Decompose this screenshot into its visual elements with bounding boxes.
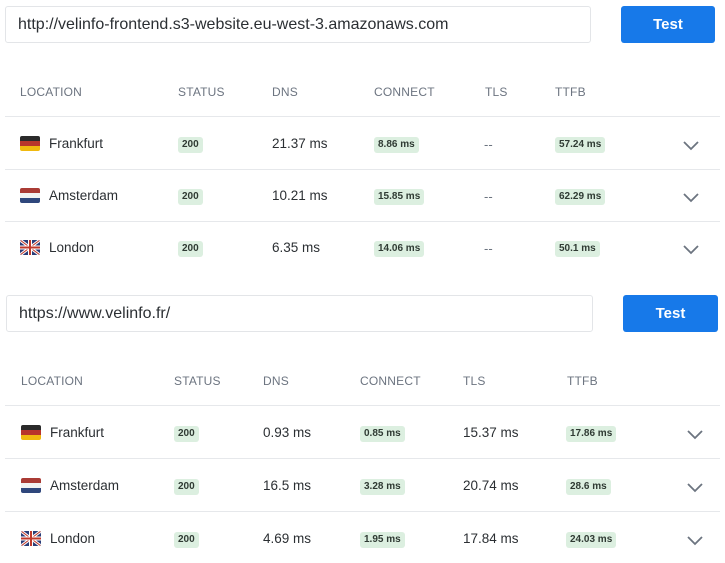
status-badge: 200 [174, 426, 199, 442]
tls-value: -- [484, 241, 493, 256]
tls-value: -- [484, 137, 493, 152]
connect-badge: 3.28 ms [360, 479, 405, 495]
tls-value: 20.74 ms [463, 478, 519, 493]
germany-flag-icon [20, 136, 40, 151]
column-header-dns: DNS [272, 85, 298, 99]
ttfb-badge: 17.86 ms [566, 426, 617, 442]
column-header-status: STATUS [178, 85, 225, 99]
germany-flag-icon [21, 425, 41, 440]
dns-value: 21.37 ms [272, 136, 328, 151]
chevron-down-icon[interactable] [682, 136, 700, 154]
uk-flag-icon [20, 240, 40, 255]
dns-value: 16.5 ms [263, 478, 312, 493]
column-header-ttfb: TTFB [555, 85, 586, 99]
status-badge: 200 [178, 137, 203, 153]
dns-value: 10.21 ms [272, 188, 328, 203]
location-name: London [49, 240, 95, 255]
dns-value: 6.35 ms [272, 240, 321, 255]
uk-flag-icon [21, 531, 41, 546]
status-badge: 200 [178, 189, 203, 205]
tls-value: 17.84 ms [463, 531, 519, 546]
column-header-connect: CONNECT [360, 374, 421, 388]
ttfb-badge: 28.6 ms [566, 479, 611, 495]
connect-badge: 8.86 ms [374, 137, 419, 153]
connect-badge: 1.95 ms [360, 532, 405, 548]
tls-value: -- [484, 189, 493, 204]
row-divider [5, 116, 720, 117]
location-name: London [50, 531, 96, 546]
ttfb-badge: 24.03 ms [566, 532, 617, 548]
column-header-ttfb: TTFB [567, 374, 598, 388]
url-input[interactable] [6, 295, 593, 332]
dns-value: 0.93 ms [263, 425, 312, 440]
chevron-down-icon[interactable] [682, 240, 700, 258]
row-divider [5, 405, 720, 406]
row-divider [5, 169, 720, 170]
tls-value: 15.37 ms [463, 425, 519, 440]
connect-badge: 15.85 ms [374, 189, 425, 205]
status-badge: 200 [178, 241, 203, 257]
column-header-status: STATUS [174, 374, 221, 388]
netherlands-flag-icon [20, 188, 40, 203]
test-button[interactable]: Test [621, 6, 715, 43]
location-name: Amsterdam [50, 478, 120, 493]
location-name: Amsterdam [49, 188, 119, 203]
chevron-down-icon[interactable] [682, 188, 700, 206]
row-divider [5, 221, 720, 222]
ttfb-badge: 50.1 ms [555, 241, 600, 257]
ttfb-badge: 62.29 ms [555, 189, 606, 205]
column-header-dns: DNS [263, 374, 289, 388]
dns-value: 4.69 ms [263, 531, 312, 546]
netherlands-flag-icon [21, 478, 41, 493]
row-divider [5, 511, 720, 512]
location-name: Frankfurt [49, 136, 104, 151]
location-name: Frankfurt [50, 425, 105, 440]
chevron-down-icon[interactable] [686, 425, 704, 443]
column-header-connect: CONNECT [374, 85, 435, 99]
chevron-down-icon[interactable] [686, 478, 704, 496]
column-header-location: LOCATION [21, 374, 84, 388]
test-button[interactable]: Test [623, 295, 718, 332]
connect-badge: 0.85 ms [360, 426, 405, 442]
column-header-tls: TLS [463, 374, 486, 388]
connect-badge: 14.06 ms [374, 241, 425, 257]
column-header-location: LOCATION [20, 85, 83, 99]
ttfb-badge: 57.24 ms [555, 137, 606, 153]
status-badge: 200 [174, 532, 199, 548]
column-header-tls: TLS [485, 85, 508, 99]
chevron-down-icon[interactable] [686, 531, 704, 549]
status-badge: 200 [174, 479, 199, 495]
url-input[interactable] [5, 6, 591, 43]
row-divider [5, 458, 720, 459]
